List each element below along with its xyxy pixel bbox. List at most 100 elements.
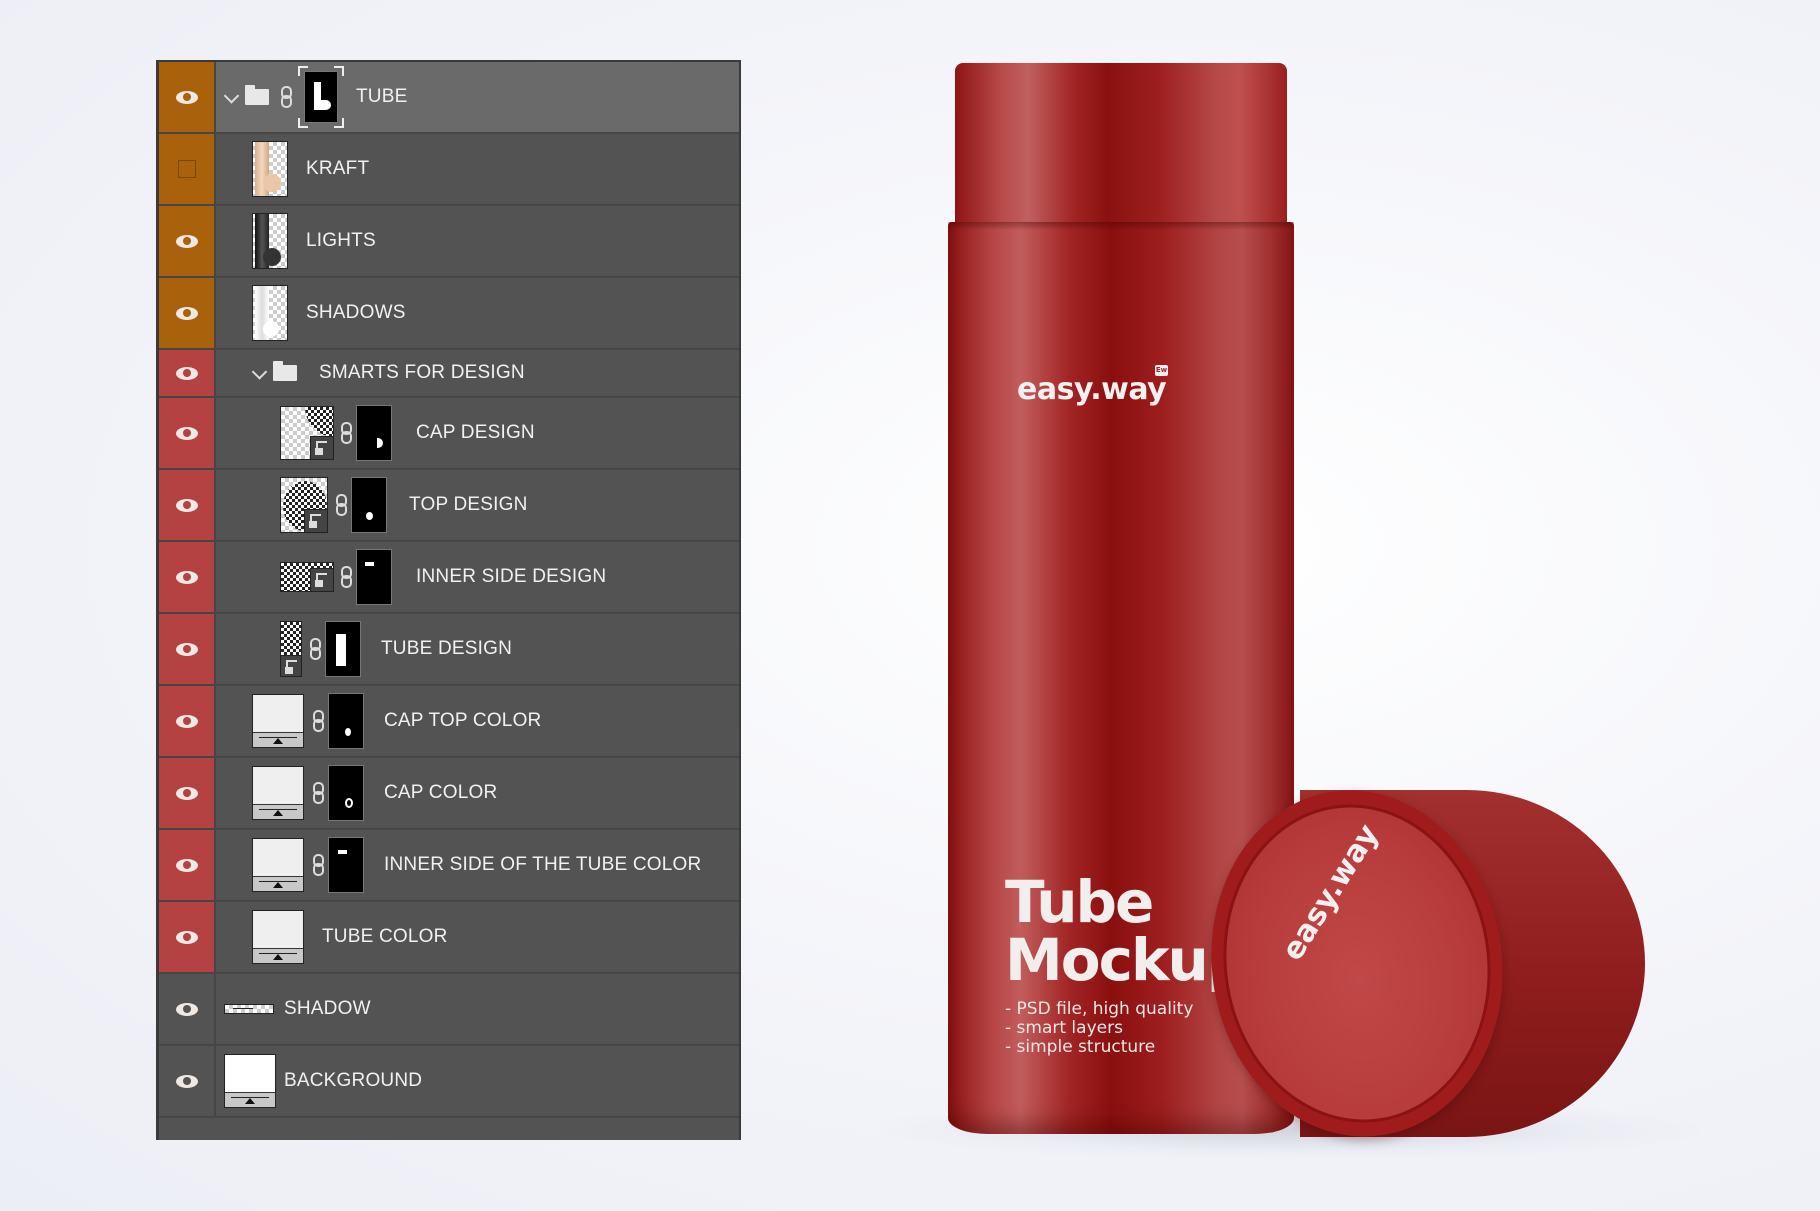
visibility-toggle[interactable] [159,62,216,132]
link-icon[interactable] [310,638,321,660]
visibility-toggle[interactable] [159,974,216,1044]
layer-thumbnail[interactable] [252,141,288,197]
layer-mask-thumbnail[interactable] [351,477,387,533]
layer-mask-thumbnail[interactable] [304,71,338,123]
layer-row-tube-color[interactable]: TUBE COLOR [159,902,739,974]
layer-thumbnail[interactable] [252,213,288,269]
link-icon[interactable] [281,86,292,108]
visibility-toggle[interactable] [159,278,216,348]
visibility-toggle[interactable] [159,134,216,204]
fill-layer-thumbnail[interactable] [252,694,304,748]
layers-panel: TUBE KRAFT LIGHTS SHADOWS SMARTS FOR DES… [156,60,741,1140]
visibility-toggle[interactable] [159,830,216,900]
layer-name: CAP TOP COLOR [384,710,542,731]
feature-item: - simple structure [1005,1037,1156,1057]
layer-row-lights[interactable]: LIGHTS [159,206,739,278]
layer-row-cap-top-color[interactable]: CAP TOP COLOR [159,686,739,758]
eye-icon [175,234,198,248]
link-icon[interactable] [336,494,347,516]
layer-mask-thumbnail[interactable] [356,549,392,605]
layer-row-tube[interactable]: TUBE [159,62,739,134]
layer-name: CAP COLOR [384,782,498,803]
layer-row-background[interactable]: BACKGROUND [159,1046,739,1118]
eye-icon [175,426,198,440]
layer-name: SHADOWS [306,302,406,323]
layer-thumbnail[interactable] [252,285,288,341]
eye-icon [175,1002,198,1016]
layer-row-top-design[interactable]: TOP DESIGN [159,470,739,542]
eye-icon [175,714,198,728]
visibility-toggle[interactable] [159,470,216,540]
eye-icon [175,498,198,512]
headline-line-1: Tube [1005,868,1154,936]
layer-name: BACKGROUND [284,1070,423,1091]
layer-row-smarts-for-design[interactable]: SMARTS FOR DESIGN [159,350,739,398]
visibility-toggle[interactable] [159,1046,216,1116]
visibility-toggle[interactable] [159,350,216,396]
layer-name: TUBE COLOR [322,926,448,947]
smart-object-thumbnail[interactable] [280,621,302,677]
layer-row-cap-color[interactable]: CAP COLOR [159,758,739,830]
hidden-visibility-box [177,160,196,178]
headline: Tube Mockup [1005,868,1248,994]
layer-thumbnail[interactable] [224,1004,274,1014]
layer-row-shadow[interactable]: SHADOW [159,974,739,1046]
layer-mask-thumbnail[interactable] [328,837,364,893]
brand-badge: Ew [1155,365,1168,376]
layer-mask-thumbnail[interactable] [328,765,364,821]
smart-object-thumbnail[interactable] [280,406,334,460]
layer-row-tube-design[interactable]: TUBE DESIGN [159,614,739,686]
visibility-toggle[interactable] [159,614,216,684]
feature-item: - PSD file, high quality [1005,999,1194,1019]
link-icon[interactable] [341,422,352,444]
layer-row-kraft[interactable]: KRAFT [159,134,739,206]
layer-mask-thumbnail[interactable] [328,693,364,749]
smart-object-icon [310,568,333,591]
folder-icon [273,361,297,381]
chevron-down-icon[interactable] [251,364,268,380]
eye-icon [175,786,198,800]
fill-layer-thumbnail[interactable] [252,766,304,820]
layer-row-inner-side-design[interactable]: INNER SIDE DESIGN [159,542,739,614]
feature-item: - smart layers [1005,1018,1123,1038]
smart-object-thumbnail[interactable] [280,562,334,592]
layer-row-shadows[interactable]: SHADOWS [159,278,739,350]
layer-name: INNER SIDE OF THE TUBE COLOR [384,854,702,875]
visibility-toggle[interactable] [159,206,216,276]
smart-object-icon [310,436,333,459]
link-icon[interactable] [341,566,352,588]
headline-line-2: Mockup [1005,926,1248,994]
tube-inner-top [955,63,1287,228]
smart-object-thumbnail[interactable] [280,477,328,533]
visibility-toggle[interactable] [159,398,216,468]
fill-layer-thumbnail[interactable] [224,1054,276,1108]
visibility-toggle[interactable] [159,542,216,612]
eye-icon [175,366,198,380]
smart-object-icon [304,509,327,532]
layer-name: TUBE DESIGN [381,638,512,659]
folder-icon [245,85,269,105]
eye-icon [175,642,198,656]
chevron-down-icon[interactable] [223,88,240,104]
eye-icon [175,858,198,872]
brand-logo: easy.way [1017,372,1167,407]
visibility-toggle[interactable] [159,758,216,828]
layer-name: TUBE [356,86,408,107]
eye-icon [175,570,198,584]
visibility-toggle[interactable] [159,686,216,756]
link-icon[interactable] [313,710,324,732]
layer-row-cap-design[interactable]: CAP DESIGN [159,398,739,470]
layer-name: SHADOW [284,998,371,1019]
fill-layer-thumbnail[interactable] [252,910,304,964]
fill-layer-thumbnail[interactable] [252,838,304,892]
layer-mask-thumbnail[interactable] [325,621,361,677]
eye-icon [175,1074,198,1088]
eye-icon [175,90,198,104]
smart-object-icon [281,655,301,676]
layer-name: CAP DESIGN [416,422,535,443]
visibility-toggle[interactable] [159,902,216,972]
layer-row-inner-side-of-the-tube-color[interactable]: INNER SIDE OF THE TUBE COLOR [159,830,739,902]
link-icon[interactable] [313,854,324,876]
link-icon[interactable] [313,782,324,804]
layer-mask-thumbnail[interactable] [356,405,392,461]
